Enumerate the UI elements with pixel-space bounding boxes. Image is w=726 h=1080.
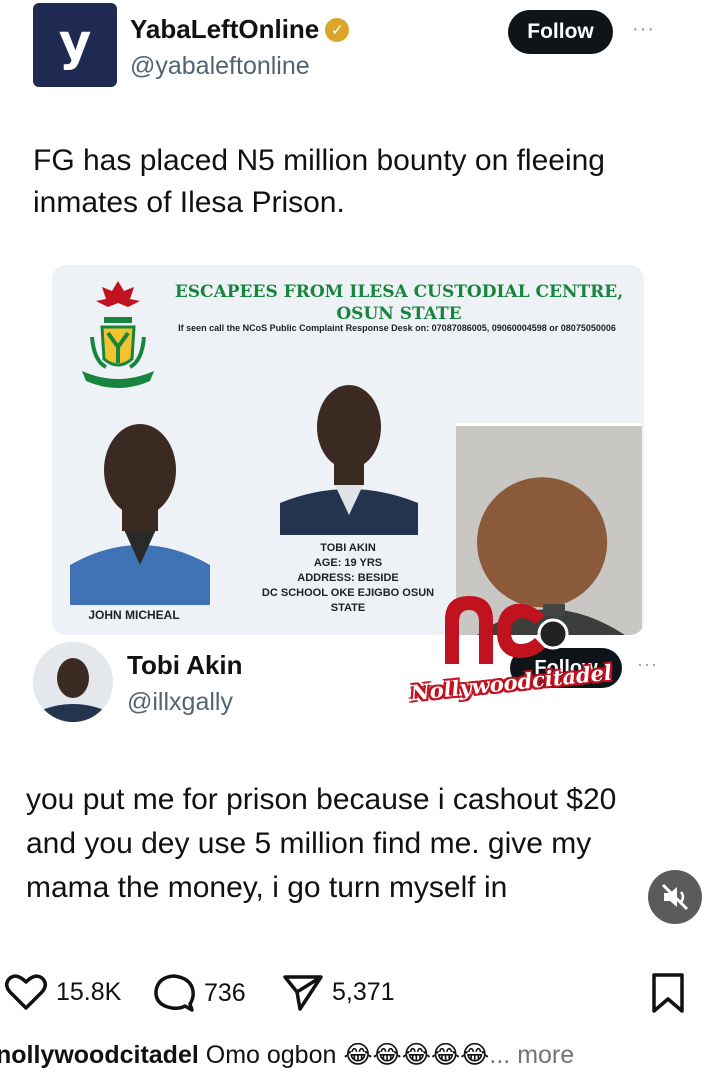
heart-icon — [5, 974, 47, 1010]
wanted-poster-image[interactable]: ESCAPEES FROM ILESA CUSTODIAL CENTRE, OS… — [52, 265, 644, 635]
bookmark-icon — [652, 973, 684, 1013]
nollywoodcitadel-watermark-logo — [445, 596, 569, 664]
post-action-bar: 15.8K 736 5,371 — [0, 972, 726, 1022]
mute-toggle-button[interactable] — [648, 870, 702, 924]
verified-badge-icon: ✓ — [325, 17, 350, 42]
post-text: FG has placed N5 million bounty on fleei… — [33, 144, 605, 219]
comment-button[interactable]: 736 — [152, 972, 246, 1014]
like-count: 15.8K — [56, 977, 122, 1006]
escapee-label-tobi: TOBI AKIN AGE: 19 YRS ADDRESS: BESIDE DC… — [248, 541, 448, 616]
yabaleftonline-avatar[interactable]: y — [33, 3, 117, 87]
escapee-label-line: STATE — [330, 602, 366, 614]
quoted-more-options-icon[interactable]: ··· — [637, 654, 658, 675]
avatar-logo-letter: y — [58, 13, 92, 71]
comment-icon — [154, 974, 195, 1012]
share-count: 5,371 — [332, 977, 395, 1006]
quoted-post-text: you put me for prison because i cashout … — [26, 783, 617, 904]
post-author[interactable]: YabaLeftOnline ✓ — [130, 14, 350, 45]
poster-title: ESCAPEES FROM ILESA CUSTODIAL CENTRE, OS… — [174, 282, 624, 324]
more-options-icon[interactable]: ··· — [632, 18, 655, 41]
follow-button[interactable]: Follow — [508, 10, 613, 54]
escapee-photo-john — [60, 405, 220, 605]
post-author-handle[interactable]: @yabaleftonline — [130, 52, 310, 81]
speaker-muted-icon — [661, 883, 689, 911]
coat-of-arms-icon — [82, 281, 154, 388]
escapee-label-line: DC SCHOOL OKE EJIGBO OSUN — [261, 587, 435, 599]
escapee-photo-tobi — [274, 375, 424, 535]
save-button[interactable] — [650, 972, 686, 1014]
quoted-author-name[interactable]: Tobi Akin — [127, 650, 243, 681]
escapee-label-line: ADDRESS: BESIDE — [297, 572, 399, 584]
caption-more-link[interactable]: ... more — [489, 1041, 574, 1069]
post-author-name[interactable]: YabaLeftOnline — [130, 14, 319, 45]
poster-contact-line: If seen call the NCoS Public Complaint R… — [178, 323, 616, 333]
share-button[interactable]: 5,371 — [282, 972, 395, 1012]
quoted-author-avatar[interactable] — [33, 642, 113, 722]
escapee-label-line: TOBI AKIN — [320, 542, 376, 554]
like-button[interactable]: 15.8K — [4, 972, 121, 1012]
caption-username[interactable]: nollywoodcitadel — [0, 1041, 199, 1069]
escapee-label-line: AGE: 19 YRS — [313, 557, 383, 569]
post-caption: nollywoodcitadel Omo ogbon 😂😂😂😂😂... more — [0, 1040, 726, 1070]
escapee-label-john: JOHN MICHEAL — [88, 608, 180, 622]
quoted-author-handle[interactable]: @illxgally — [127, 688, 233, 717]
caption-text: Omo ogbon 😂😂😂😂😂 — [205, 1041, 490, 1069]
comment-count: 736 — [204, 978, 246, 1007]
send-icon — [283, 975, 323, 1011]
avatar-photo — [33, 642, 113, 722]
